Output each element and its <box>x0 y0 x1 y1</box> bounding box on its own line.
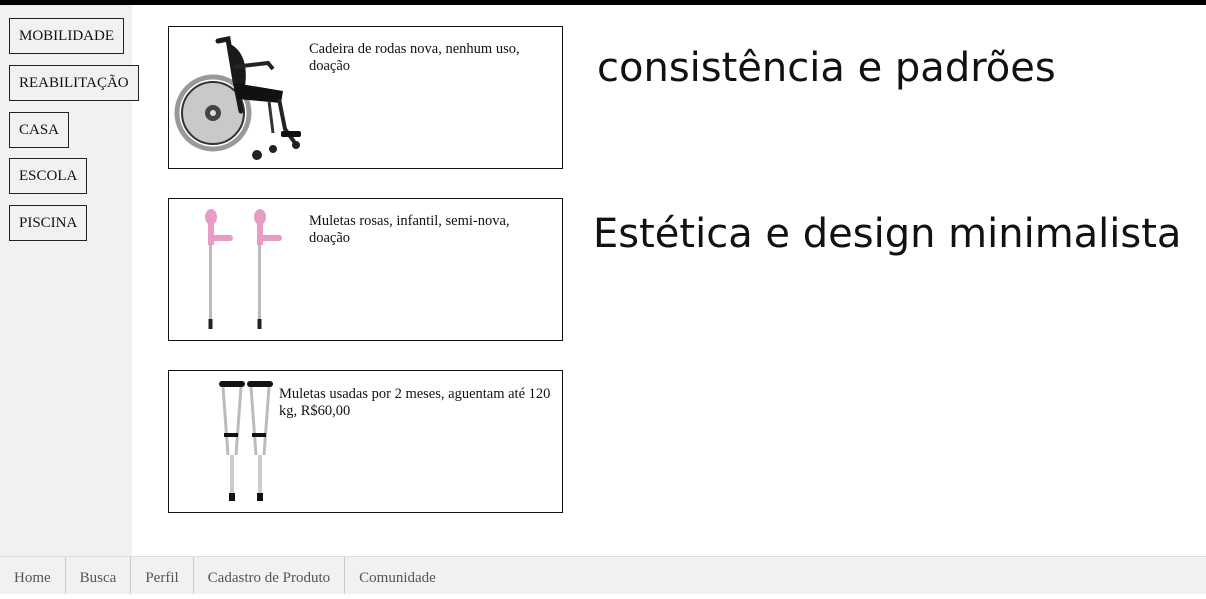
heading-consistencia: consistência e padrões <box>597 45 1056 91</box>
product-card[interactable]: Muletas rosas, infantil, semi-nova, doaç… <box>168 198 563 341</box>
category-button-piscina[interactable]: PISCINA <box>9 205 88 241</box>
category-sidebar: MOBILIDADE REABILITAÇÃO CASA ESCOLA PISC… <box>0 5 139 556</box>
nav-comunidade[interactable]: Comunidade <box>345 557 450 594</box>
nav-perfil[interactable]: Perfil <box>131 557 194 594</box>
product-description: Cadeira de rodas nova, nenhum uso, doaçã… <box>309 41 520 74</box>
product-description: Muletas rosas, infantil, semi-nova, doaç… <box>309 213 510 246</box>
heading-estetica: Estética e design minimalista <box>593 211 1182 257</box>
wheelchair-image <box>174 36 301 160</box>
nav-home[interactable]: Home <box>0 557 66 594</box>
category-button-reabilitacao[interactable]: REABILITAÇÃO <box>9 65 139 101</box>
product-card[interactable]: Muletas usadas por 2 meses, aguentam até… <box>168 370 563 513</box>
nav-cadastro-de-produto[interactable]: Cadastro de Produto <box>194 557 346 594</box>
category-button-casa[interactable]: CASA <box>9 112 70 148</box>
product-description: Muletas usadas por 2 meses, aguentam até… <box>279 386 551 419</box>
top-bar <box>0 0 1206 5</box>
product-card[interactable]: Cadeira de rodas nova, nenhum uso, doaçã… <box>168 26 563 169</box>
bottom-navigation: Home Busca Perfil Cadastro de Produto Co… <box>0 556 1206 594</box>
category-button-escola[interactable]: ESCOLA <box>9 158 88 194</box>
pink-crutches-image <box>205 209 282 329</box>
nav-busca[interactable]: Busca <box>66 557 132 594</box>
category-button-mobilidade[interactable]: MOBILIDADE <box>9 18 124 54</box>
